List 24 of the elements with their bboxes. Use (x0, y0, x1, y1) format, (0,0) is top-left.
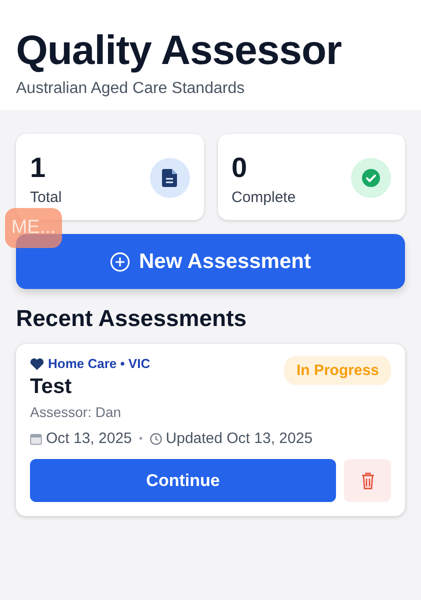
updated-date: Updated Oct 13, 2025 (166, 430, 313, 447)
delete-button[interactable] (344, 459, 391, 502)
plus-circle-icon (110, 252, 130, 272)
heart-icon (30, 358, 44, 370)
status-badge: In Progress (284, 356, 391, 385)
stat-value: 0 (232, 150, 248, 184)
stat-value: 1 (30, 150, 47, 184)
clock-icon (150, 432, 162, 444)
category-label: Home Care • VIC (48, 356, 150, 371)
calendar-icon (30, 432, 42, 444)
new-assessment-button[interactable]: New Assessment (16, 234, 405, 289)
assessor-label: Assessor: Dan (30, 404, 122, 420)
stat-label: Complete (232, 188, 296, 206)
created-date: Oct 13, 2025 (46, 430, 132, 447)
assessment-title: Test (30, 375, 73, 399)
app-subtitle: Australian Aged Care Standards (16, 80, 246, 98)
check-circle-icon (351, 158, 391, 198)
document-icon (150, 158, 190, 198)
section-heading: Recent Assessments (16, 305, 248, 332)
separator-dot: • (138, 432, 143, 444)
trash-icon (360, 472, 374, 490)
continue-button[interactable]: Continue (30, 459, 336, 502)
app-title: Quality Assessor (16, 26, 342, 74)
stat-label: Total (30, 188, 62, 206)
